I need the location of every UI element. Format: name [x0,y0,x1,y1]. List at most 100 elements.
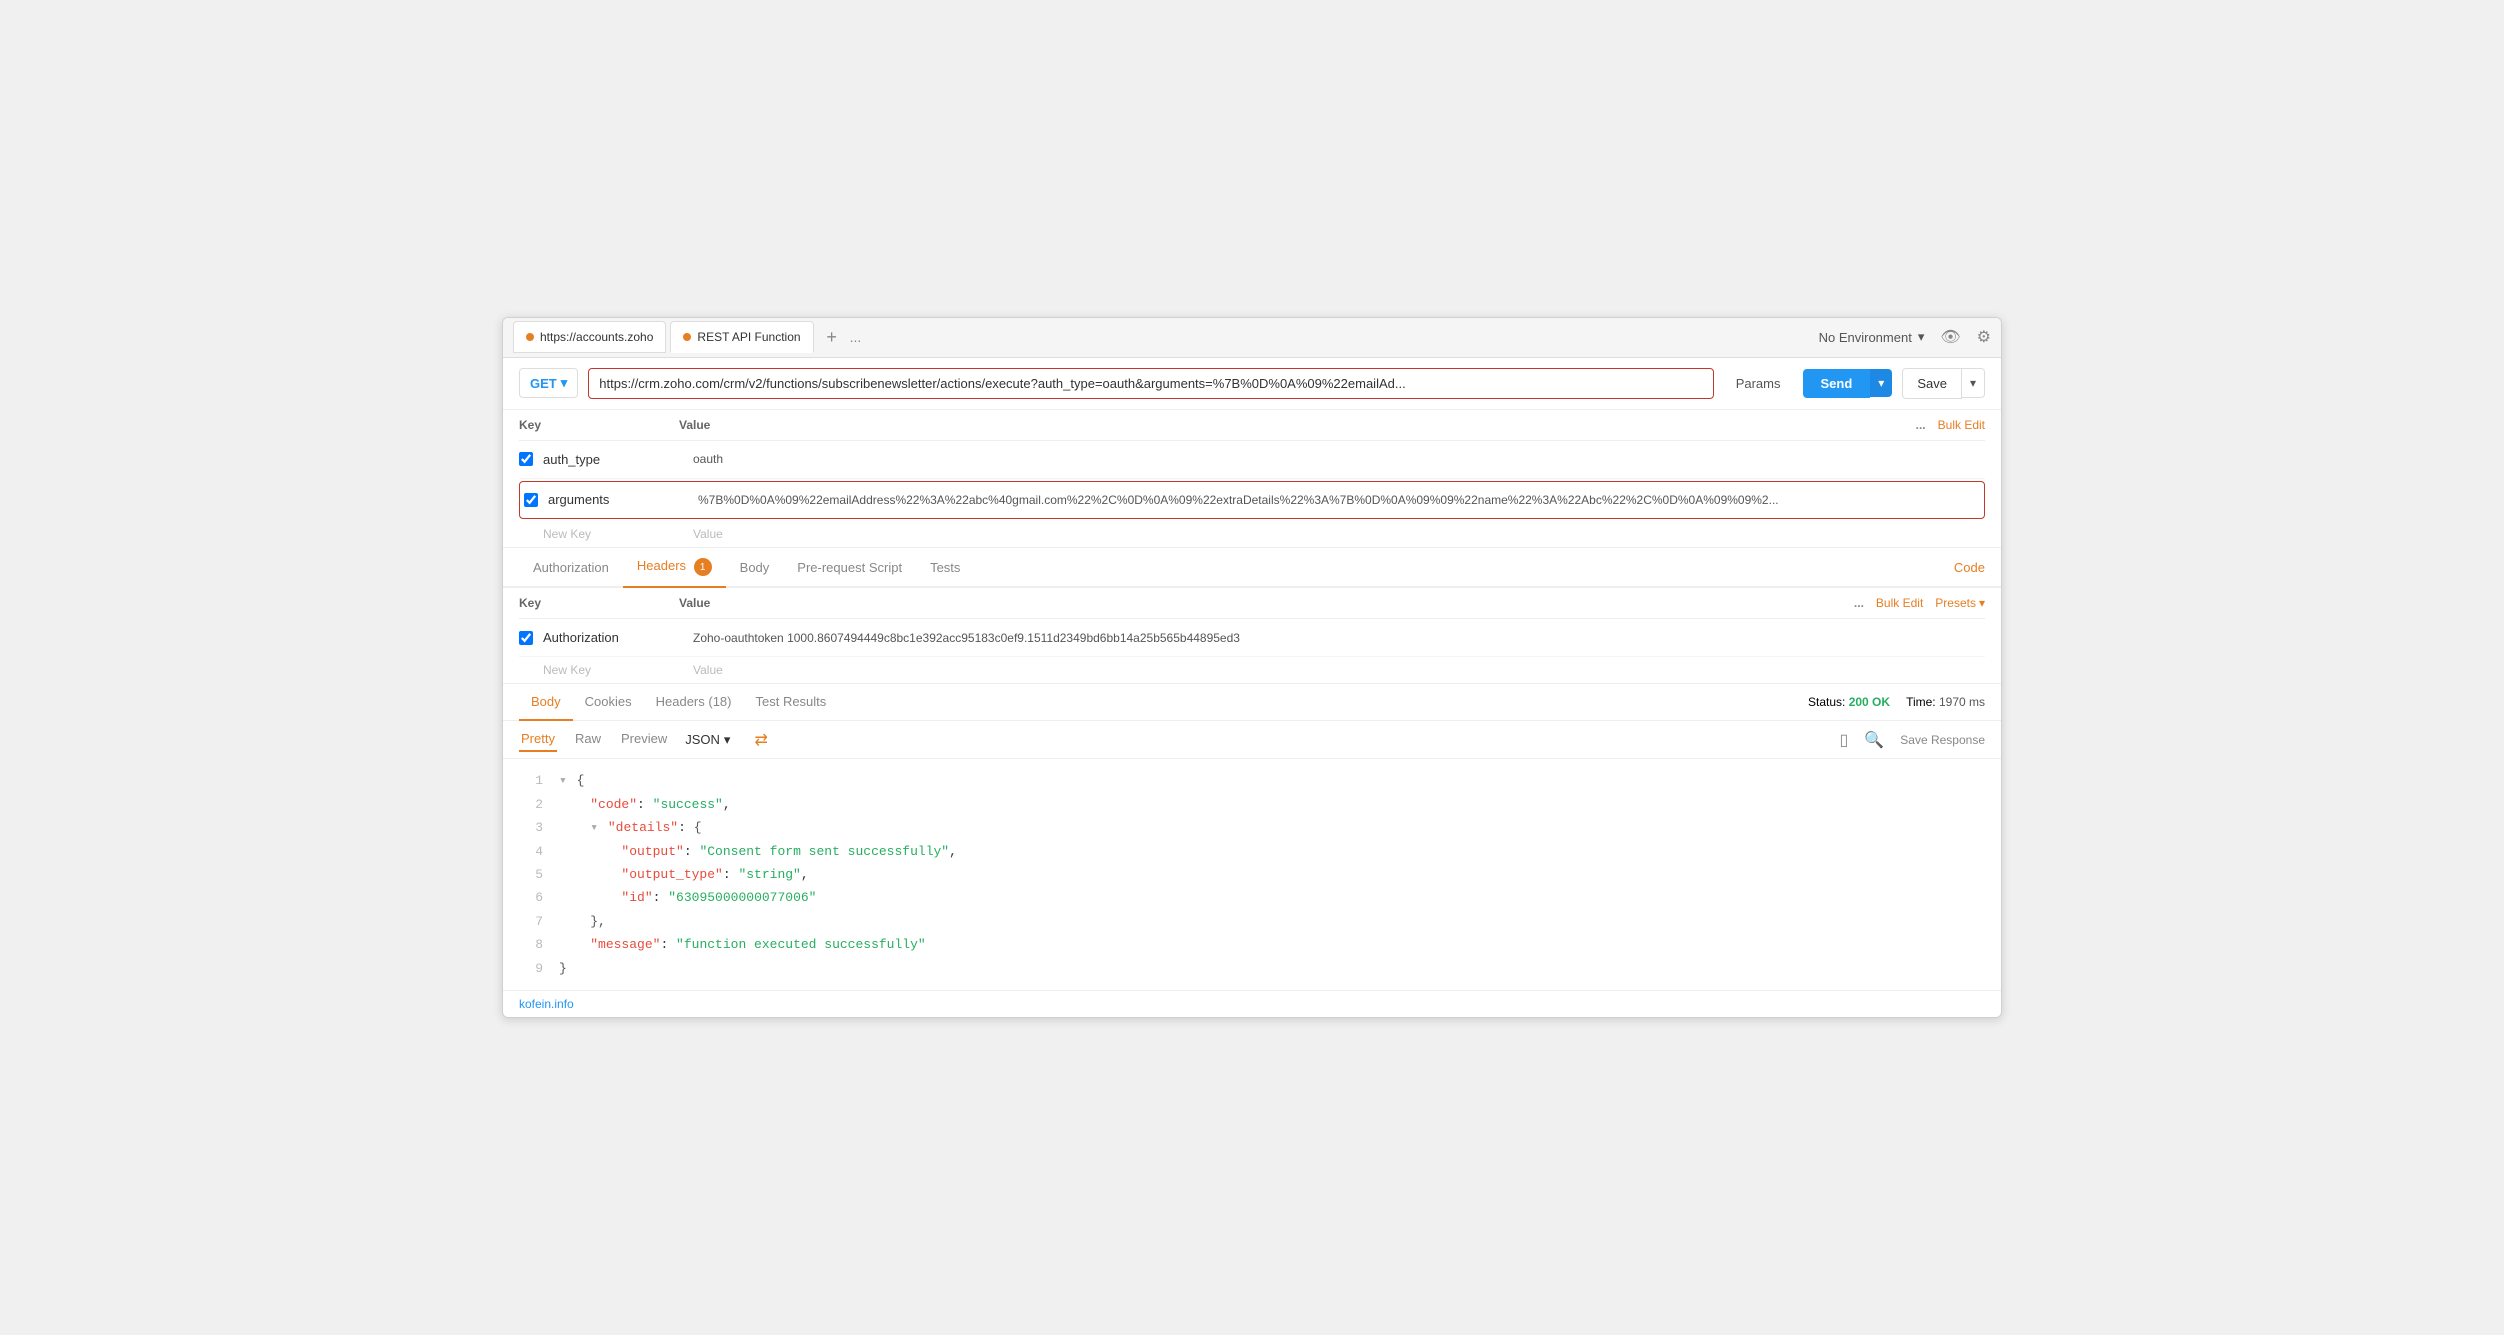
header-row-authorization: Authorization Zoho-oauthtoken 1000.86074… [519,619,1985,657]
header-checkbox-authorization[interactable] [519,631,533,645]
header-value-authorization[interactable]: Zoho-oauthtoken 1000.8607494449c8bc1e392… [693,631,1985,645]
param-key-auth-type[interactable]: auth_type [543,452,693,467]
json-line-5: 5 "output_type": "string", [519,863,1985,886]
eye-icon[interactable]: 👁 [1940,327,1960,347]
environment-selector[interactable]: No Environment ▾ [1819,329,1925,345]
json-line-7: 7 }, [519,910,1985,933]
code-link[interactable]: Code [1954,560,1985,575]
send-button[interactable]: Send [1803,369,1871,398]
params-more-button[interactable]: ... [1916,418,1926,432]
tab-bar: https://accounts.zoho REST API Function … [503,318,2001,358]
headers-key-header: Key [519,596,679,610]
param-checkbox-arguments[interactable] [524,493,538,507]
tab-pre-request-script[interactable]: Pre-request Script [783,550,916,587]
json-line-6: 6 "id": "63095000000077006" [519,886,1985,909]
response-tab-headers[interactable]: Headers (18) [644,684,744,721]
line-num-5: 5 [519,863,543,886]
format-chevron: ▾ [724,732,731,748]
line-content-8: "message": "function executed successful… [559,933,926,956]
status-label-text: Status: [1808,695,1845,709]
tab-accounts-zoho[interactable]: https://accounts.zoho [513,321,666,353]
line-num-6: 6 [519,886,543,909]
header-new-row: New Key Value [519,657,1985,683]
params-section: Key Value ... Bulk Edit auth_type oauth … [503,410,2001,548]
line-content-5: "output_type": "string", [559,863,809,886]
format-tab-pretty[interactable]: Pretty [519,727,557,752]
param-value-auth-type[interactable]: oauth [693,452,1985,466]
line-num-7: 7 [519,910,543,933]
header-key-authorization[interactable]: Authorization [543,630,693,645]
header-new-value[interactable]: Value [693,663,1985,677]
line-num-4: 4 [519,840,543,863]
presets-chevron: ▾ [1979,596,1985,610]
search-icon[interactable]: 🔍 [1864,730,1884,750]
headers-presets-button[interactable]: Presets ▾ [1935,596,1985,610]
time-label: Time: 1970 ms [1906,695,1985,709]
headers-actions: ... Bulk Edit Presets ▾ [1854,596,1985,610]
format-type-selector[interactable]: JSON ▾ [685,732,730,748]
headers-more-button[interactable]: ... [1854,596,1864,610]
collapse-1[interactable]: ▾ [559,773,567,788]
tab-authorization[interactable]: Authorization [519,550,623,587]
json-line-3: 3 ▾ "details": { [519,816,1985,839]
params-button[interactable]: Params [1724,369,1793,398]
save-button[interactable]: Save [1902,368,1962,399]
param-row-auth-type: auth_type oauth [519,441,1985,479]
headers-bulk-edit-button[interactable]: Bulk Edit [1876,596,1923,610]
param-checkbox-auth-type[interactable] [519,452,533,466]
header-new-key[interactable]: New Key [543,663,693,677]
line-content-1: ▾ { [559,769,584,792]
response-tab-test-results[interactable]: Test Results [743,684,838,721]
status-value: 200 OK [1849,695,1890,709]
method-label: GET [530,376,557,391]
params-table-header: Key Value ... Bulk Edit [519,410,1985,441]
collapse-3[interactable]: ▾ [590,820,598,835]
tab-more-button[interactable]: ... [850,329,862,345]
tab-rest-api[interactable]: REST API Function [670,321,813,353]
param-new-value[interactable]: Value [693,527,1985,541]
response-tab-body[interactable]: Body [519,684,573,721]
wrap-icon[interactable]: ⇄ [754,730,767,750]
param-key-arguments[interactable]: arguments [548,492,698,507]
response-tab-cookies[interactable]: Cookies [573,684,644,721]
top-right: No Environment ▾ 👁 ⚙ [1819,327,1991,347]
line-content-6: "id": "63095000000077006" [559,886,816,909]
send-dropdown-button[interactable]: ▾ [1870,369,1892,397]
footer: kofein.info [503,990,2001,1017]
gear-icon[interactable]: ⚙ [1977,327,1991,347]
send-group: Send ▾ [1803,369,1893,398]
url-input[interactable] [588,368,1713,399]
json-line-4: 4 "output": "Consent form sent successfu… [519,840,1985,863]
param-value-arguments[interactable]: %7B%0D%0A%09%22emailAddress%22%3A%22abc%… [698,493,1980,507]
footer-link[interactable]: kofein.info [519,997,574,1011]
params-key-header: Key [519,418,679,432]
tab-headers[interactable]: Headers 1 [623,548,726,589]
format-actions: ▯ 🔍 Save Response [1840,730,1985,750]
format-tab-preview[interactable]: Preview [619,727,669,752]
new-tab-button[interactable]: + [818,323,846,351]
line-num-8: 8 [519,933,543,956]
request-bar: GET ▾ Params Send ▾ Save ▾ [503,358,2001,410]
format-tab-raw[interactable]: Raw [573,727,603,752]
response-test-results-label: Test Results [755,694,826,709]
save-dropdown-button[interactable]: ▾ [1962,368,1985,398]
headers-section: Key Value ... Bulk Edit Presets ▾ Author… [503,588,2001,684]
time-label-text: Time: [1906,695,1936,709]
line-num-1: 1 [519,769,543,792]
tab-tests[interactable]: Tests [916,550,974,587]
json-line-1: 1 ▾ { [519,769,1985,792]
time-value: 1970 ms [1939,695,1985,709]
json-line-2: 2 "code": "success", [519,793,1985,816]
tab-authorization-label: Authorization [533,560,609,575]
env-label: No Environment [1819,330,1912,345]
copy-icon[interactable]: ▯ [1840,730,1849,750]
save-response-button[interactable]: Save Response [1900,733,1985,747]
method-selector[interactable]: GET ▾ [519,368,578,398]
line-content-9: } [559,957,567,980]
param-new-key[interactable]: New Key [543,527,693,541]
json-viewer: 1 ▾ { 2 "code": "success", 3 ▾ "details"… [503,759,2001,990]
tab-body[interactable]: Body [726,550,784,587]
json-line-8: 8 "message": "function executed successf… [519,933,1985,956]
tab-headers-label: Headers [637,558,686,573]
params-bulk-edit-button[interactable]: Bulk Edit [1938,418,1985,432]
